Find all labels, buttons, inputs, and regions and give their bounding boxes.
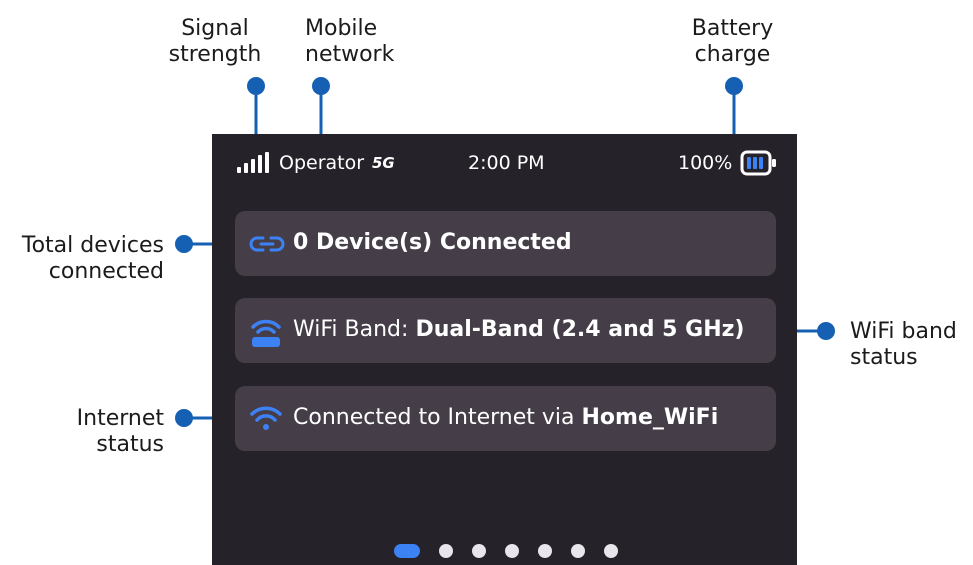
devices-connected-text: 0 Device(s) Connected <box>293 230 572 255</box>
page-dot-6[interactable] <box>571 544 585 558</box>
wifi-icon <box>250 406 282 430</box>
page-dot-3[interactable] <box>472 544 486 558</box>
callout-signal-line1: Signal <box>181 16 249 41</box>
internet-status-card[interactable]: Connected to Internet via Home_WiFi <box>235 386 776 451</box>
callout-signal-line2: strength <box>168 42 262 67</box>
wifi-band-value: Dual-Band (2.4 and 5 GHz) <box>415 317 745 342</box>
clock: 2:00 PM <box>468 152 545 174</box>
callout-signal-strength: Signal strength <box>150 16 280 68</box>
wifi-band-card[interactable]: WiFi Band: Dual-Band (2.4 and 5 GHz) <box>235 298 776 363</box>
signal-strength-icon <box>237 152 269 173</box>
page-dot-7[interactable] <box>604 544 618 558</box>
mobile-marker <box>312 77 330 95</box>
callout-wifi-band: WiFi band status <box>850 319 973 371</box>
callout-mobile-network: Mobile network <box>305 16 425 68</box>
page-dot-1[interactable] <box>394 544 420 558</box>
router-icon <box>251 319 281 347</box>
wifi-band-label: WiFi Band: <box>293 317 416 342</box>
status-bar: Operator 5G 2:00 PM 100% <box>212 134 797 192</box>
wifiband-marker <box>817 322 835 340</box>
callout-internet-line2: status <box>96 432 164 457</box>
battery-percent: 100% <box>678 152 733 174</box>
page-dot-4[interactable] <box>505 544 519 558</box>
callout-battery-charge: Battery charge <box>670 16 795 68</box>
network-type: 5G <box>372 154 395 172</box>
callout-mobile-line2: network <box>305 42 395 67</box>
operator-name: Operator <box>279 152 365 174</box>
devices-connected-card[interactable]: 0 Device(s) Connected <box>235 211 776 276</box>
callout-devices-line2: connected <box>48 259 164 284</box>
internet-network-name: Home_WiFi <box>581 405 719 430</box>
callout-battery-line1: Battery <box>691 16 774 41</box>
callout-total-devices: Total devices connected <box>0 233 164 285</box>
battery-marker <box>725 77 743 95</box>
battery-icon <box>740 150 776 176</box>
device-screen: Operator 5G 2:00 PM 100% 0 Device(s) Con… <box>212 134 797 565</box>
page-dot-5[interactable] <box>538 544 552 558</box>
signal-marker <box>247 77 265 95</box>
page-dot-2[interactable] <box>439 544 453 558</box>
callout-wifiband-line1: WiFi band <box>850 319 957 344</box>
devices-marker <box>175 235 193 253</box>
callout-battery-line2: charge <box>694 42 771 67</box>
callout-mobile-line1: Mobile <box>305 16 378 41</box>
link-icon <box>249 236 285 252</box>
internet-marker <box>175 409 193 427</box>
callout-wifiband-line2: status <box>850 345 918 370</box>
callout-internet-line1: Internet <box>76 406 164 431</box>
internet-status-label: Connected to Internet via <box>293 405 582 430</box>
callout-internet-status: Internet status <box>30 406 164 458</box>
callout-devices-line1: Total devices <box>21 233 164 258</box>
